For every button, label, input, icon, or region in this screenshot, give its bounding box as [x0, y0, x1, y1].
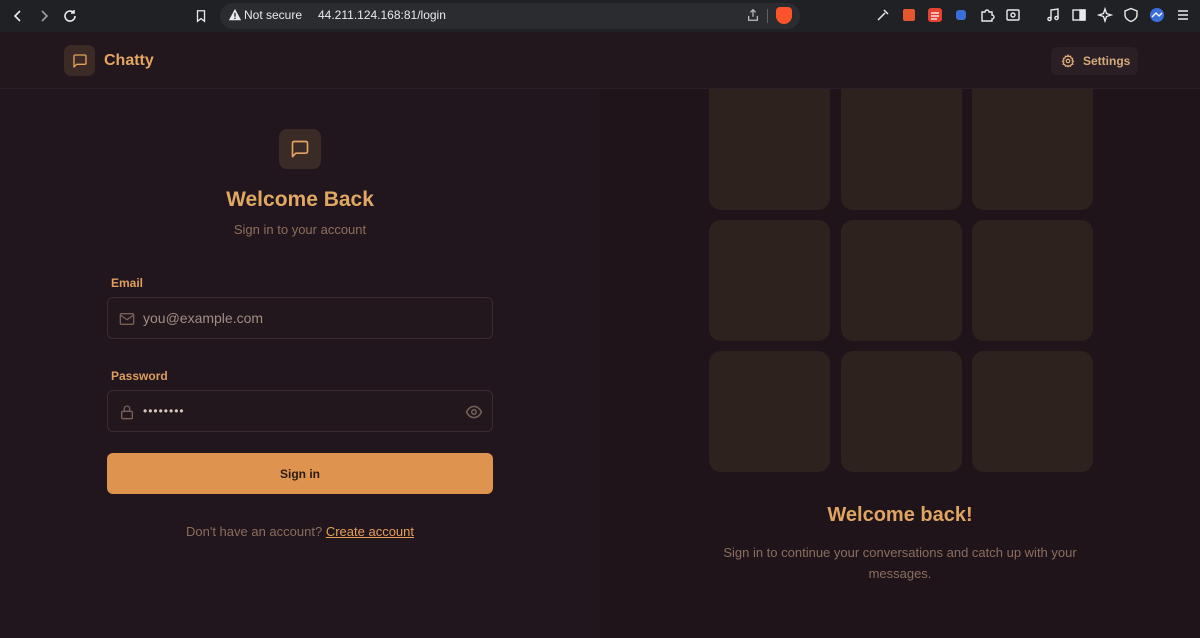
music-icon[interactable] — [1045, 7, 1061, 23]
url-text[interactable]: 44.211.124.168:81/login — [318, 8, 446, 22]
browser-toolbar: Not secure 44.211.124.168:81/login — [0, 0, 1200, 32]
reload-icon[interactable] — [60, 6, 80, 26]
vpn-shield-icon[interactable] — [1123, 7, 1139, 23]
brand-name[interactable]: Chatty — [104, 52, 154, 70]
email-label: Email — [111, 276, 144, 290]
email-field-container[interactable] — [107, 297, 493, 339]
security-label[interactable]: Not secure — [244, 8, 302, 22]
page-subtitle: Sign in to your account — [233, 222, 367, 237]
sign-in-button[interactable]: Sign in — [107, 453, 493, 494]
signup-prompt-text: Don't have an account? — [186, 524, 323, 539]
email-field[interactable] — [143, 298, 463, 338]
message-square-icon — [291, 140, 309, 158]
gear-icon — [1061, 54, 1075, 68]
sidebar-icon[interactable] — [1071, 7, 1087, 23]
password-field[interactable] — [143, 391, 463, 431]
settings-button[interactable]: Settings — [1051, 47, 1138, 75]
promo-text: Sign in to continue your conversations a… — [723, 545, 1077, 581]
page-title: Welcome Back — [226, 188, 374, 211]
grid-tile — [709, 220, 830, 341]
grid-tile — [709, 89, 830, 210]
grid-tile — [972, 351, 1093, 472]
settings-label: Settings — [1083, 54, 1131, 68]
puzzle-icon[interactable] — [979, 7, 995, 23]
warning-icon — [228, 8, 242, 21]
mail-icon — [119, 313, 135, 325]
brave-shield-icon[interactable] — [776, 7, 792, 24]
eyedropper-icon[interactable] — [875, 7, 891, 23]
grid-tile — [709, 351, 830, 472]
promo-panel: Welcome back! Sign in to continue your c… — [600, 89, 1200, 638]
extension-red-icon[interactable] — [901, 7, 917, 23]
wallet-icon[interactable] — [1149, 7, 1165, 23]
share-icon[interactable] — [746, 8, 760, 22]
todoist-icon[interactable] — [927, 7, 943, 23]
sparkle-icon[interactable] — [1097, 7, 1113, 23]
extension-blue-icon[interactable] — [953, 7, 969, 23]
divider — [767, 9, 768, 23]
back-icon[interactable] — [8, 6, 28, 26]
login-panel: Welcome Back Sign in to your account Ema… — [0, 89, 600, 638]
app-header: Chatty Settings — [0, 32, 1200, 89]
form-logo — [279, 129, 321, 169]
menu-icon[interactable] — [1175, 7, 1191, 23]
grid-tile — [972, 220, 1093, 341]
grid-tile — [841, 220, 962, 341]
password-field-container[interactable] — [107, 390, 493, 432]
promo-title: Welcome back! — [827, 504, 973, 526]
create-account-link[interactable]: Create account — [326, 524, 414, 539]
signup-prompt: Don't have an account? Create account — [0, 524, 600, 539]
screenshot-icon[interactable] — [1005, 7, 1021, 23]
logo[interactable] — [64, 45, 95, 76]
lock-icon — [121, 405, 133, 420]
password-label: Password — [111, 369, 168, 383]
eye-icon[interactable] — [465, 403, 483, 421]
bookmark-icon[interactable] — [191, 6, 211, 26]
grid-tile — [841, 351, 962, 472]
address-bar[interactable]: Not secure 44.211.124.168:81/login — [220, 3, 800, 29]
message-square-icon — [72, 53, 87, 68]
forward-icon[interactable] — [34, 6, 54, 26]
grid-tile — [841, 89, 962, 210]
grid-tile — [972, 89, 1093, 210]
decorative-grid — [709, 89, 1094, 472]
